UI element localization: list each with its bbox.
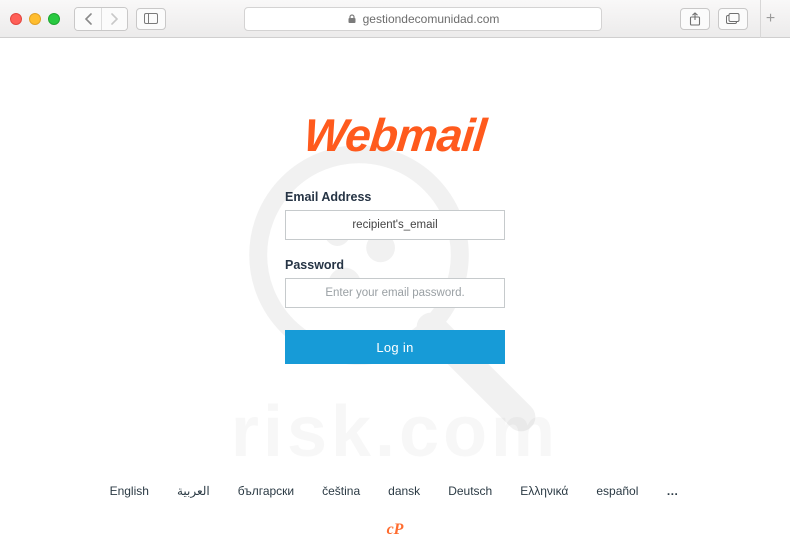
lang-more-button[interactable]: … (666, 484, 680, 498)
login-button[interactable]: Log in (285, 330, 505, 364)
new-tab-button[interactable]: + (760, 0, 780, 38)
minimize-window-icon[interactable] (29, 13, 41, 25)
lang-option[interactable]: English (110, 484, 149, 498)
zoom-window-icon[interactable] (48, 13, 60, 25)
language-selector: English العربية български čeština dansk … (0, 484, 790, 498)
lang-option[interactable]: Ελληνικά (520, 484, 568, 498)
lock-icon (347, 14, 357, 24)
close-window-icon[interactable] (10, 13, 22, 25)
webmail-logo: Webmail (302, 108, 489, 162)
password-field[interactable] (285, 278, 505, 308)
sidebar-button[interactable] (136, 8, 166, 30)
lang-option[interactable]: español (596, 484, 638, 498)
password-label: Password (285, 258, 505, 272)
lang-option[interactable]: български (238, 484, 294, 498)
lang-option[interactable]: العربية (177, 484, 210, 498)
back-button[interactable] (75, 8, 101, 30)
page-content: risk.com Webmail Email Address Password … (0, 38, 790, 543)
window-controls (10, 13, 60, 25)
lang-option[interactable]: Deutsch (448, 484, 492, 498)
lang-option[interactable]: dansk (388, 484, 420, 498)
email-label: Email Address (285, 190, 505, 204)
address-bar[interactable]: gestiondecomunidad.com (244, 7, 602, 31)
tabs-button[interactable] (718, 8, 748, 30)
share-button[interactable] (680, 8, 710, 30)
address-text: gestiondecomunidad.com (363, 12, 500, 26)
forward-button[interactable] (101, 8, 127, 30)
cpanel-logo: cP (387, 521, 404, 539)
login-form-container: Webmail Email Address Password Log in (0, 38, 790, 364)
footer: cP (0, 521, 790, 539)
watermark-text: risk.com (0, 391, 790, 473)
lang-option[interactable]: čeština (322, 484, 360, 498)
browser-toolbar: gestiondecomunidad.com + (0, 0, 790, 38)
nav-back-forward (74, 7, 128, 31)
email-field[interactable] (285, 210, 505, 240)
